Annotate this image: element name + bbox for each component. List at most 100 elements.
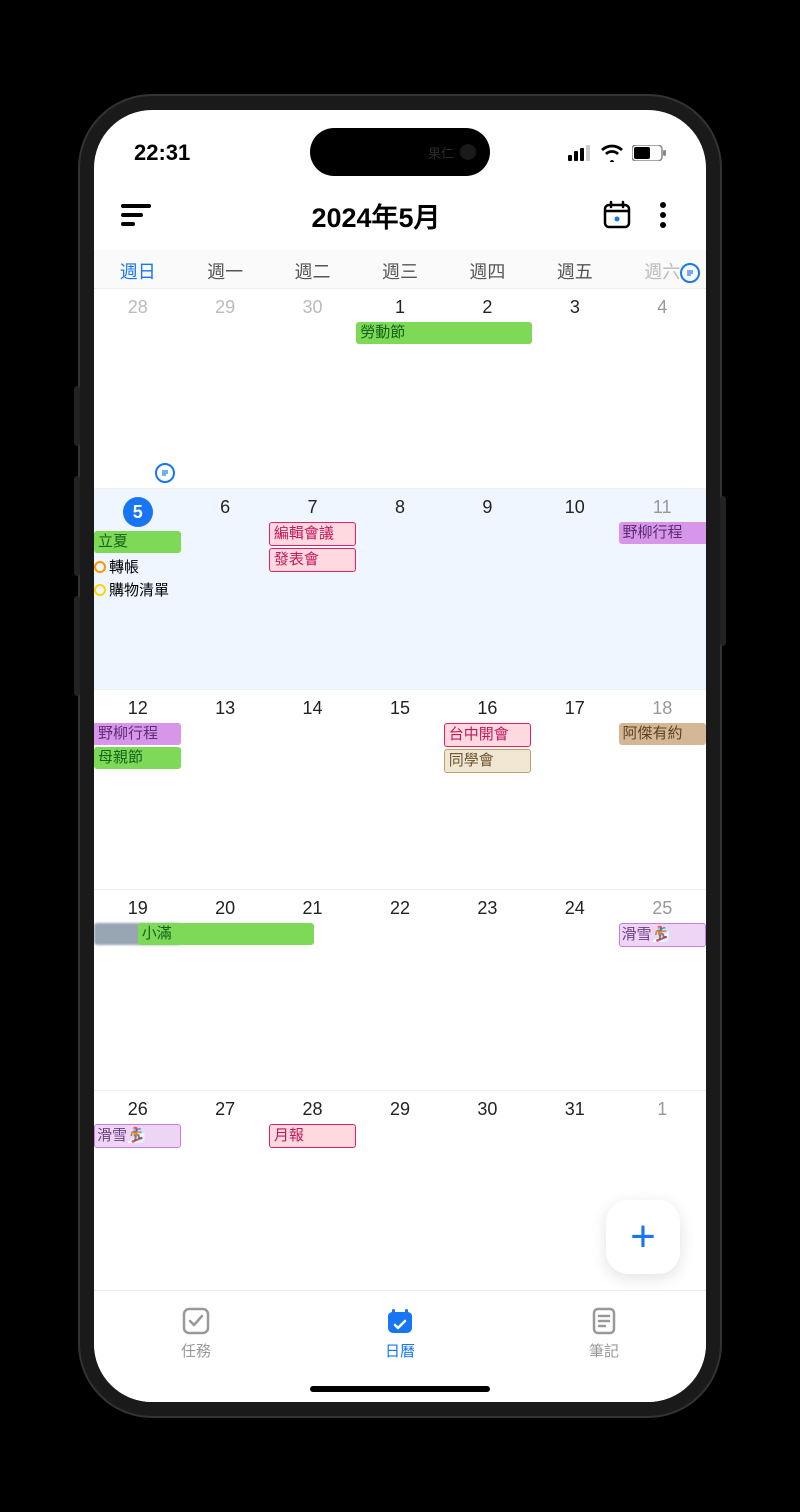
day-cell[interactable]: 6: [181, 489, 268, 688]
day-cell[interactable]: 7編輯會議發表會: [269, 489, 356, 688]
day-number: 12: [94, 694, 181, 723]
week-row: 5立夏轉帳購物清單67編輯會議發表會891011野柳行程: [94, 489, 706, 689]
nav-calendar[interactable]: 日曆: [298, 1291, 502, 1374]
day-cell[interactable]: 9: [444, 489, 531, 688]
day-number: 20: [181, 894, 268, 923]
day-cell[interactable]: 1勞動節: [356, 289, 443, 488]
day-cell[interactable]: 10: [531, 489, 618, 688]
day-number: 14: [269, 694, 356, 723]
event-chip[interactable]: 立夏: [94, 531, 181, 553]
task-item[interactable]: 轉帳: [94, 555, 181, 578]
event-chip[interactable]: 發表會: [269, 548, 356, 572]
day-cell[interactable]: 25滑雪🏂: [619, 890, 706, 1089]
day-number: 17: [531, 694, 618, 723]
note-badge-icon[interactable]: [680, 263, 700, 283]
day-number: 21: [269, 894, 356, 923]
calendar-grid[interactable]: 2829301勞動節2345立夏轉帳購物清單67編輯會議發表會891011野柳行…: [94, 289, 706, 1290]
day-number: 30: [269, 293, 356, 322]
day-cell[interactable]: 21: [269, 890, 356, 1089]
today-button[interactable]: [596, 194, 638, 236]
day-number: 29: [181, 293, 268, 322]
event-chip[interactable]: 阿傑有約: [619, 723, 706, 745]
day-cell[interactable]: 29: [181, 289, 268, 488]
home-indicator[interactable]: [310, 1386, 490, 1392]
event-chip[interactable]: 野柳行程: [94, 723, 181, 745]
day-cell[interactable]: 24: [531, 890, 618, 1089]
day-number: 30: [444, 1095, 531, 1124]
day-cell[interactable]: 16台中開會同學會: [444, 690, 531, 889]
day-number: 19: [94, 894, 181, 923]
day-cell[interactable]: 5立夏轉帳購物清單: [94, 489, 181, 688]
week-row: 12野柳行程母親節13141516台中開會同學會1718阿傑有約: [94, 690, 706, 890]
day-number: 2: [444, 293, 531, 322]
event-chip[interactable]: 同學會: [444, 749, 531, 773]
event-chip[interactable]: 台中開會: [444, 723, 531, 747]
dynamic-island: 果仁: [310, 128, 490, 176]
day-cell[interactable]: 19xxx: [94, 890, 181, 1089]
day-number: 16: [444, 694, 531, 723]
day-cell[interactable]: 28月報: [269, 1091, 356, 1290]
day-number: 25: [619, 894, 706, 923]
tasks-icon: [179, 1304, 213, 1338]
day-number: 1: [356, 293, 443, 322]
day-cell[interactable]: 12野柳行程母親節: [94, 690, 181, 889]
day-number: 27: [181, 1095, 268, 1124]
day-cell[interactable]: 26滑雪🏂: [94, 1091, 181, 1290]
task-label: 轉帳: [109, 556, 139, 577]
day-number: 13: [181, 694, 268, 723]
day-number: 4: [619, 293, 706, 322]
week-row: 19xxx20小滿2122232425滑雪🏂: [94, 890, 706, 1090]
day-cell[interactable]: 11野柳行程: [619, 489, 706, 688]
day-cell[interactable]: 3: [531, 289, 618, 488]
screen: 果仁 22:31 2024年5月: [94, 110, 706, 1402]
day-number: 18: [619, 694, 706, 723]
nav-tasks[interactable]: 任務: [94, 1291, 298, 1374]
event-chip[interactable]: 月報: [269, 1124, 356, 1148]
day-cell[interactable]: 2: [444, 289, 531, 488]
day-number: 8: [356, 493, 443, 522]
menu-button[interactable]: [116, 195, 156, 235]
day-cell[interactable]: 4: [619, 289, 706, 488]
event-chip[interactable]: 野柳行程: [619, 522, 706, 544]
day-cell[interactable]: 22: [356, 890, 443, 1089]
day-number: 28: [269, 1095, 356, 1124]
day-number: 22: [356, 894, 443, 923]
event-chip[interactable]: 母親節: [94, 747, 181, 769]
day-cell[interactable]: 31: [531, 1091, 618, 1290]
day-cell[interactable]: 14: [269, 690, 356, 889]
day-cell[interactable]: 8: [356, 489, 443, 688]
day-number: 15: [356, 694, 443, 723]
day-number: 31: [531, 1095, 618, 1124]
day-cell[interactable]: 28: [94, 289, 181, 488]
day-cell[interactable]: 15: [356, 690, 443, 889]
task-status-icon: [94, 584, 106, 596]
island-text: 果仁: [428, 143, 454, 162]
event-chip[interactable]: 滑雪🏂: [619, 923, 706, 947]
day-cell[interactable]: 30: [444, 1091, 531, 1290]
weekday-label: 週三: [356, 258, 443, 284]
day-cell[interactable]: 29: [356, 1091, 443, 1290]
task-label: 購物清單: [109, 579, 169, 600]
weekday-label: 週二: [269, 258, 356, 284]
add-button[interactable]: +: [606, 1200, 680, 1274]
day-cell[interactable]: 18阿傑有約: [619, 690, 706, 889]
task-item[interactable]: 購物清單: [94, 578, 181, 601]
day-cell[interactable]: 13: [181, 690, 268, 889]
event-chip[interactable]: 滑雪🏂: [94, 1124, 181, 1148]
day-cell[interactable]: 23: [444, 890, 531, 1089]
day-number: 5: [94, 493, 181, 531]
day-cell[interactable]: 17: [531, 690, 618, 889]
day-cell[interactable]: 20小滿: [181, 890, 268, 1089]
event-chip[interactable]: 勞動節: [356, 322, 532, 344]
event-chip[interactable]: 小滿: [138, 923, 314, 945]
nav-notes-label: 筆記: [589, 1340, 619, 1361]
nav-notes[interactable]: 筆記: [502, 1291, 706, 1374]
nav-calendar-label: 日曆: [385, 1340, 415, 1361]
event-chip[interactable]: 編輯會議: [269, 522, 356, 546]
day-number: 6: [181, 493, 268, 522]
day-number: 29: [356, 1095, 443, 1124]
more-button[interactable]: [642, 194, 684, 236]
day-cell[interactable]: 27: [181, 1091, 268, 1290]
notes-icon: [587, 1304, 621, 1338]
day-cell[interactable]: 30: [269, 289, 356, 488]
